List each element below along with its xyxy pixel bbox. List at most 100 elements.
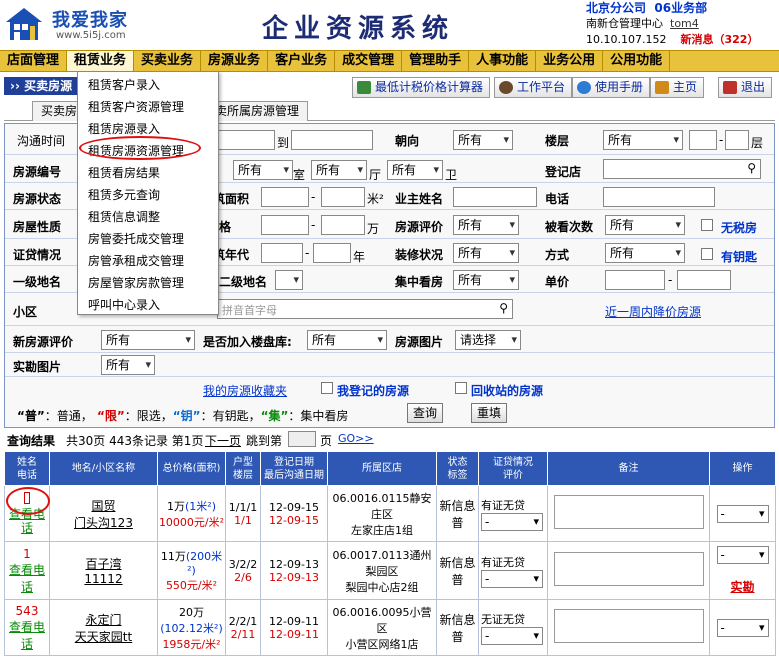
evaluation-select[interactable]: - — [481, 626, 543, 645]
home-button[interactable]: 主页 — [650, 77, 705, 98]
survey-photo-select[interactable]: 所有 — [101, 355, 155, 375]
nav-listing-business[interactable]: 房源业务 — [201, 51, 269, 71]
year-to-input[interactable] — [313, 243, 351, 263]
search-icon[interactable]: ⚲ — [747, 161, 756, 175]
first-district-label: 一级地名 — [13, 275, 62, 289]
menu-rental-client-entry[interactable]: 租赁客户录入 — [88, 76, 160, 93]
reset-button[interactable]: 重填 — [471, 403, 507, 423]
communication-time-start[interactable] — [215, 130, 275, 150]
communication-time-end[interactable] — [291, 130, 373, 150]
area-from-input[interactable] — [261, 187, 309, 207]
tax-calculator-label: 最低计税价格计算器 — [375, 80, 484, 94]
remarks-textarea[interactable] — [553, 609, 704, 643]
registration-store-input[interactable]: ⚲ — [603, 159, 761, 179]
view-phone-link[interactable]: 查看电话 — [9, 507, 45, 535]
my-registered-checkbox[interactable] — [321, 382, 333, 394]
menu-call-center-entry[interactable]: 呼叫中心录入 — [88, 296, 160, 313]
has-key-checkbox[interactable] — [701, 248, 713, 260]
area-to-input[interactable] — [321, 187, 365, 207]
menu-housekeeper-payment[interactable]: 房屋管家房款管理 — [88, 274, 184, 291]
query-button[interactable]: 查询 — [407, 403, 443, 423]
last-contact-date: 12-09-15 — [269, 513, 319, 527]
action-select[interactable]: - — [716, 504, 769, 523]
results-bar: 查询结果 共30页 443条记录 第1页 下一页 跳到第 页 GO>> — [4, 431, 775, 449]
recycle-bin-checkbox[interactable] — [455, 382, 467, 394]
system-title: 企业资源系统 — [262, 14, 455, 44]
place-name[interactable]: 百子湾 — [85, 557, 121, 571]
bedroom-select[interactable]: 所有 — [233, 160, 293, 180]
evaluation-select[interactable]: - — [481, 512, 543, 531]
menu-rental-viewing-result[interactable]: 租赁看房结果 — [88, 164, 160, 181]
second-district-select[interactable] — [275, 270, 303, 290]
go-button[interactable]: GO>> — [338, 432, 374, 445]
floor-to-input[interactable] — [725, 130, 749, 150]
unit-price: 1958元/米² — [162, 637, 221, 651]
survey-link[interactable]: 实勘 — [730, 580, 754, 594]
menu-rental-listing-management[interactable]: 租赁房源资源管理 — [88, 142, 184, 159]
listing-evaluation-select[interactable]: 所有 — [453, 215, 519, 235]
floor-from-input[interactable] — [689, 130, 717, 150]
nav-deal-management[interactable]: 成交管理 — [335, 51, 403, 71]
new-evaluation-select[interactable]: 所有 — [101, 330, 195, 350]
floor-select[interactable]: 所有 — [603, 130, 683, 150]
nav-hr-functions[interactable]: 人事功能 — [469, 51, 537, 71]
community-search-icon[interactable]: ⚲ — [499, 301, 508, 315]
favorites-link[interactable]: 我的房源收藏夹 — [203, 382, 287, 399]
owner-name-input[interactable] — [453, 187, 537, 207]
place-name[interactable]: 国贸 — [91, 499, 115, 513]
bath-unit: 卫 — [445, 168, 458, 182]
listing-photo-select[interactable]: 请选择 — [455, 330, 521, 350]
community-name[interactable]: 门头沟123 — [74, 516, 133, 530]
page-number-input[interactable] — [288, 431, 316, 447]
tax-calculator-button[interactable]: 最低计税价格计算器 — [352, 77, 491, 98]
menu-rental-client-management[interactable]: 租赁客户资源管理 — [88, 98, 184, 115]
view-phone-link[interactable]: 查看电话 — [9, 563, 45, 594]
nav-sales-business[interactable]: 买卖业务 — [134, 51, 202, 71]
workbench-button[interactable]: 工作平台 — [494, 77, 573, 98]
nav-management-assistant[interactable]: 管理助手 — [402, 51, 470, 71]
method-select[interactable]: 所有 — [605, 243, 685, 263]
place-name[interactable]: 永定门 — [85, 613, 121, 627]
view-count-select[interactable]: 所有 — [605, 215, 685, 235]
community-input[interactable]: 拼音首字母 ⚲ — [217, 299, 513, 319]
form-row-favorites: 我的房源收藏夹 我登记的房源 回收站的房源 — [5, 377, 774, 399]
remarks-textarea[interactable] — [553, 552, 704, 586]
nav-store-management[interactable]: 店面管理 — [0, 51, 68, 71]
manual-button[interactable]: 使用手册 — [572, 77, 651, 98]
menu-lease-deal-management[interactable]: 房管承租成交管理 — [88, 252, 184, 269]
nav-client-business[interactable]: 客户业务 — [268, 51, 336, 71]
tab-owned-listing-management[interactable]: 卖所属房源管理 — [206, 101, 309, 121]
nav-common-functions[interactable]: 公用功能 — [603, 51, 671, 71]
menu-rental-multi-query[interactable]: 租赁多元查询 — [88, 186, 160, 203]
view-phone-link[interactable]: 查看电话 — [9, 620, 45, 651]
orientation-select[interactable]: 所有 — [453, 130, 513, 150]
username[interactable]: tom4 — [670, 17, 699, 30]
year-from-input[interactable] — [261, 243, 303, 263]
community-name[interactable]: 11112 — [84, 572, 122, 586]
action-select[interactable]: - — [716, 546, 769, 564]
nav-rental-business[interactable]: 租赁业务 — [67, 51, 135, 71]
nav-business-common[interactable]: 业务公用 — [536, 51, 604, 71]
remarks-textarea[interactable] — [553, 495, 704, 529]
menu-entrust-deal-management[interactable]: 房管委托成交管理 — [88, 230, 184, 247]
decoration-select[interactable]: 所有 — [453, 243, 519, 263]
menu-rental-info-adjust[interactable]: 租赁信息调整 — [88, 208, 160, 225]
group-viewing-select[interactable]: 所有 — [453, 270, 519, 290]
price-to-input[interactable] — [321, 215, 365, 235]
tax-free-checkbox[interactable] — [701, 219, 713, 231]
community-name[interactable]: 天天家园tt — [75, 630, 132, 644]
bathroom-select[interactable]: 所有 — [387, 160, 443, 180]
next-page-link[interactable]: 下一页 — [205, 432, 241, 449]
price-drop-link[interactable]: 近一周内降价房源 — [605, 303, 701, 320]
unit-price-from-input[interactable] — [605, 270, 665, 290]
new-message-link[interactable]: 新消息（322） — [680, 33, 758, 46]
action-select[interactable]: - — [716, 618, 769, 637]
evaluation-select[interactable]: - — [481, 569, 543, 588]
price-from-input[interactable] — [261, 215, 309, 235]
logout-button[interactable]: 退出 — [718, 77, 773, 98]
phone-input[interactable] — [603, 187, 715, 207]
add-to-db-select[interactable]: 所有 — [307, 330, 387, 350]
unit-price-to-input[interactable] — [677, 270, 731, 290]
livingroom-select[interactable]: 所有 — [311, 160, 367, 180]
menu-rental-listing-entry[interactable]: 租赁房源录入 — [88, 120, 160, 137]
